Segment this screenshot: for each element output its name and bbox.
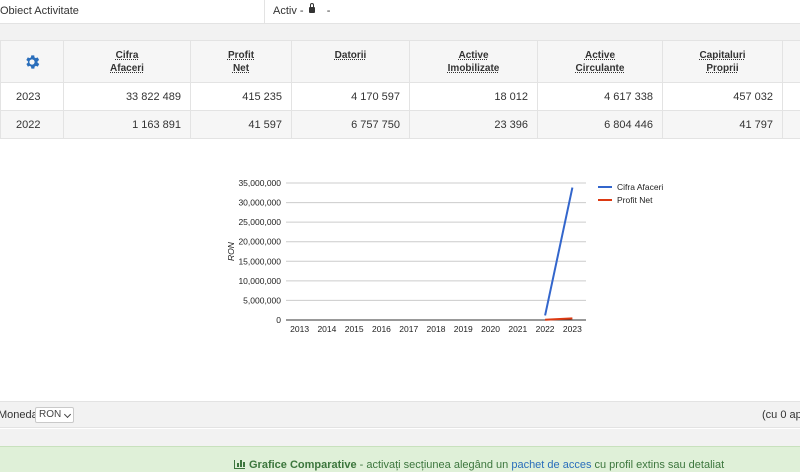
table-row: 2023 33 822 489 415 235 4 170 597 18 012… [0, 82, 800, 111]
cell-empty [782, 82, 800, 111]
table-row: 2022 1 163 891 41 597 6 757 750 23 396 6… [0, 110, 800, 139]
currency-label: Moneda [0, 409, 38, 421]
x-tick-label: 2020 [481, 324, 500, 334]
legend-label: Cifra Afaceri [617, 182, 663, 192]
col-header-datorii[interactable]: Datorii [291, 40, 410, 83]
spacer [0, 24, 800, 40]
status-cell: Activ - - [266, 0, 330, 24]
col-header-capitaluri-proprii[interactable]: Capitaluri Proprii [662, 40, 783, 83]
x-tick-label: 2019 [454, 324, 473, 334]
cell-value: 18 012 [409, 82, 538, 111]
y-tick-label: 5,000,000 [243, 295, 281, 305]
series-line-cifra-afaceri [544, 187, 574, 316]
row-year: 2023 [0, 82, 64, 111]
cell-value: 4 170 597 [291, 82, 410, 111]
col-header-extra [782, 40, 800, 83]
currency-value: RON [39, 409, 62, 420]
object-activity-cell: Obiect Activitate [0, 0, 265, 24]
y-tick-label: 15,000,000 [238, 256, 281, 266]
info-strip: Obiect Activitate Activ - - [0, 0, 800, 24]
currency-bar: Moneda RON (cu 0 apa [0, 401, 800, 428]
cell-value: 41 797 [662, 110, 783, 139]
series-line-profit-net [545, 317, 573, 321]
spacer [0, 429, 800, 446]
gear-icon[interactable] [23, 53, 41, 71]
promo-link-access-package[interactable]: pachet de acces [511, 459, 591, 471]
chevron-down-icon [63, 410, 72, 419]
status-suffix: - [326, 5, 331, 17]
bar-chart-icon [234, 460, 245, 469]
table-header-row: Cifra Afaceri Profit Net Datorii Active Imo… [0, 40, 800, 83]
object-activity-label: Obiect Activitate [0, 5, 79, 17]
cell-value: 6 757 750 [291, 110, 410, 139]
y-tick-label: 25,000,000 [238, 217, 281, 227]
x-tick-label: 2018 [427, 324, 446, 334]
x-tick-label: 2017 [399, 324, 418, 334]
promo-title: Grafice Comparative [249, 459, 357, 471]
promo-banner: Grafice Comparative - activați secțiunea… [0, 446, 800, 472]
legend-label: Profit Net [617, 195, 653, 205]
cell-value: 415 235 [190, 82, 292, 111]
cell-value: 1 163 891 [63, 110, 191, 139]
cell-empty [782, 110, 800, 139]
y-tick-label: 20,000,000 [238, 237, 281, 247]
x-tick-label: 2015 [345, 324, 364, 334]
x-tick-label: 2014 [317, 324, 336, 334]
y-tick-label: 0 [276, 315, 281, 325]
x-tick-label: 2016 [372, 324, 391, 334]
col-header-profit-net[interactable]: Profit Net [190, 40, 292, 83]
y-tick-label: 30,000,000 [238, 198, 281, 208]
cell-value: 23 396 [409, 110, 538, 139]
col-header-cifra-afaceri[interactable]: Cifra Afaceri [63, 40, 191, 83]
col-header-active-imobilizate[interactable]: Active Imobilizate [409, 40, 538, 83]
cell-value: 41 597 [190, 110, 292, 139]
cell-value: 457 032 [662, 82, 783, 111]
cell-value: 4 617 338 [537, 82, 663, 111]
y-axis-label: RON [226, 241, 236, 261]
lock-icon [308, 3, 315, 13]
promo-text-1: - activați secțiunea alegând un [356, 459, 512, 471]
count-text: (cu 0 apa [762, 409, 800, 421]
x-tick-label: 2021 [508, 324, 527, 334]
financial-line-chart: 0 5,000,000 10,000,000 15,000,000 20,000,000… [226, 178, 663, 334]
x-tick-label: 2013 [290, 324, 309, 334]
y-tick-label: 35,000,000 [238, 178, 281, 188]
row-year: 2022 [0, 110, 64, 139]
col-header-active-circulante[interactable]: Active Circulante [537, 40, 663, 83]
x-tick-label: 2023 [563, 324, 582, 334]
x-tick-label: 2022 [536, 324, 555, 334]
settings-cell[interactable] [0, 40, 64, 83]
status-text: Activ - [273, 5, 304, 17]
cell-value: 33 822 489 [63, 82, 191, 111]
currency-select[interactable]: RON [35, 407, 74, 423]
financial-table: Cifra Afaceri Profit Net Datorii Active Imo… [0, 40, 800, 139]
promo-text-2: cu profil extins sau detaliat [591, 459, 725, 471]
cell-value: 6 804 446 [537, 110, 663, 139]
y-tick-label: 10,000,000 [238, 276, 281, 286]
